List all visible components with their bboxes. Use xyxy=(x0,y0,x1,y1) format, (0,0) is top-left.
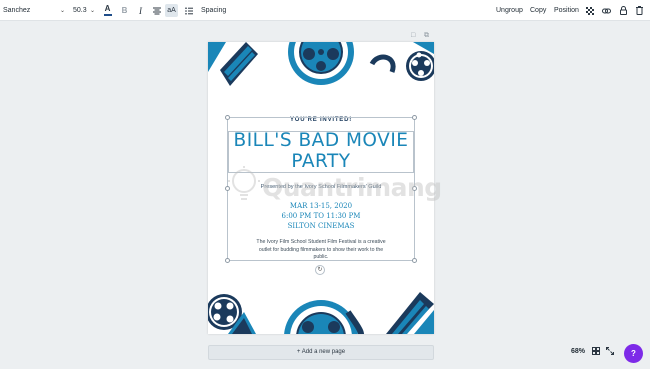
resize-handle-middle-left[interactable] xyxy=(225,186,230,191)
copy-button[interactable]: Copy xyxy=(530,0,546,21)
title-selection-box xyxy=(228,131,414,173)
chevron-down-icon: ⌄ xyxy=(89,8,95,14)
resize-handle-bottom-right[interactable] xyxy=(412,258,417,263)
resize-handle-bottom-left[interactable] xyxy=(225,258,230,263)
bold-icon: B xyxy=(121,6,128,15)
add-new-page-button[interactable]: + Add a new page xyxy=(208,345,434,360)
rotate-handle-icon[interactable]: ↻ xyxy=(315,265,325,275)
list-button[interactable] xyxy=(183,0,194,21)
film-reel-top-right xyxy=(406,51,434,81)
striped-ticket-bottom-right xyxy=(386,292,434,334)
chevron-down-icon: ⌄ xyxy=(59,8,65,14)
ungroup-button[interactable]: Ungroup xyxy=(496,0,523,21)
align-button[interactable] xyxy=(151,0,162,21)
resize-handle-middle-right[interactable] xyxy=(412,186,417,191)
resize-handle-top-right[interactable] xyxy=(412,115,417,120)
position-button[interactable]: Position xyxy=(554,0,579,21)
film-reel-bottom xyxy=(284,300,358,334)
spacing-button[interactable]: Spacing xyxy=(201,0,226,21)
zoom-level[interactable]: 68% xyxy=(571,348,585,355)
transparency-button[interactable] xyxy=(584,0,595,21)
link-button[interactable] xyxy=(601,0,612,21)
text-color-swatch xyxy=(103,14,112,16)
film-reel-top xyxy=(288,42,354,85)
grid-view-icon[interactable] xyxy=(592,347,600,357)
fullscreen-icon[interactable] xyxy=(606,347,614,357)
editor-toolbar: Sanchez ⌄ 50.3 ⌄ A B I aA Spacing Ungrou… xyxy=(0,0,650,21)
link-icon xyxy=(602,8,611,13)
italic-button[interactable]: I xyxy=(135,0,146,21)
font-size-value: 50.3 xyxy=(73,7,87,14)
delete-button[interactable] xyxy=(634,0,645,21)
help-button[interactable]: ? xyxy=(624,344,643,363)
text-color-button[interactable]: A xyxy=(102,0,113,21)
striped-ticket-top-left xyxy=(208,42,258,86)
font-family-value: Sanchez xyxy=(3,7,31,14)
comment-icon[interactable]: □ xyxy=(411,32,415,39)
bold-button[interactable]: B xyxy=(119,0,130,21)
duplicate-page-icon[interactable]: ⧉ xyxy=(424,32,429,40)
italic-icon: I xyxy=(139,5,142,16)
lock-icon xyxy=(620,6,627,15)
letter-case-button[interactable]: aA xyxy=(165,4,178,17)
trash-icon xyxy=(636,6,643,15)
letter-case-icon: aA xyxy=(167,7,176,14)
resize-handle-top-left[interactable] xyxy=(225,115,230,120)
lock-button[interactable] xyxy=(618,0,629,21)
font-family-dropdown[interactable]: Sanchez ⌄ xyxy=(3,0,65,21)
list-icon xyxy=(184,6,193,15)
transparency-icon xyxy=(585,6,594,15)
align-center-icon xyxy=(152,7,161,14)
selection-box[interactable] xyxy=(225,115,417,263)
font-size-dropdown[interactable]: 50.3 ⌄ xyxy=(73,0,95,21)
text-color-icon: A xyxy=(104,4,111,13)
